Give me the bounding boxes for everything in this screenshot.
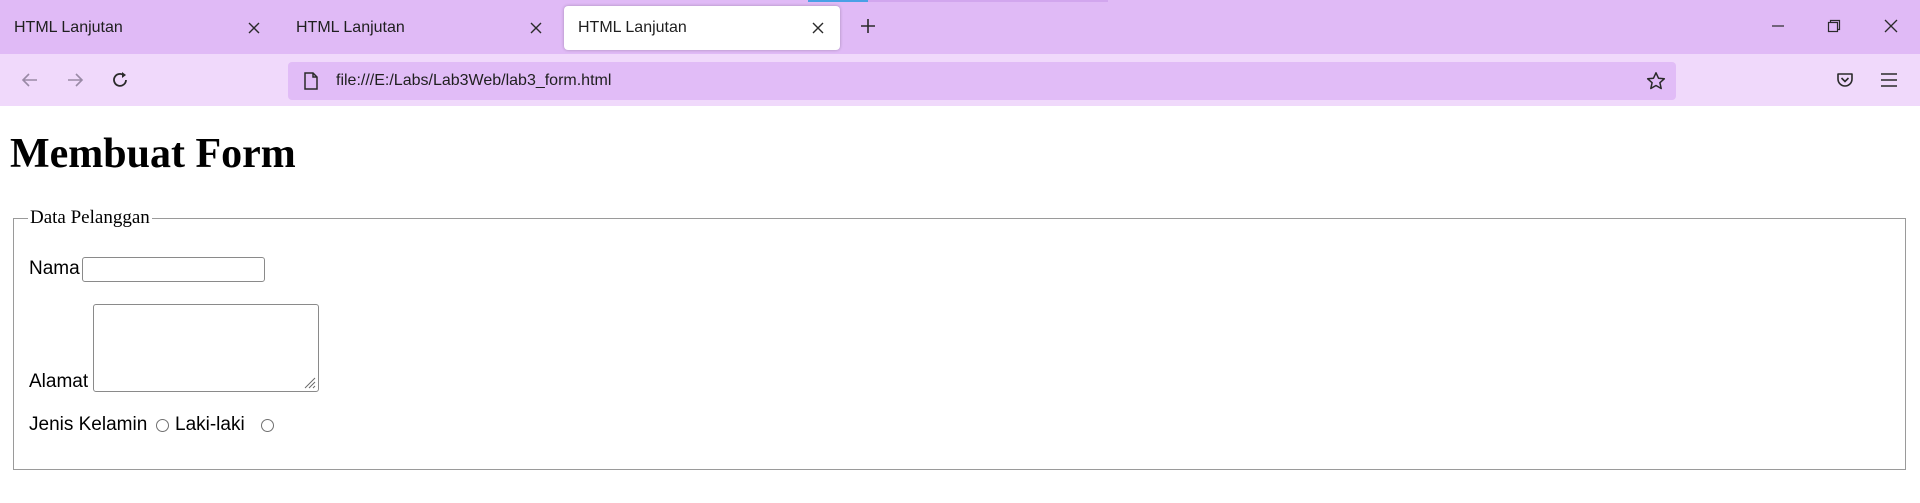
reload-icon[interactable] [108,68,132,92]
page-heading: Membuat Form [10,131,296,177]
close-icon[interactable] [806,16,830,40]
tab-title: HTML Lanjutan [578,19,687,36]
pocket-icon[interactable] [1833,68,1857,92]
radio-option-2[interactable] [261,419,274,432]
window-close-icon[interactable] [1879,14,1903,38]
back-arrow-icon[interactable] [18,68,42,92]
bookmark-star-icon[interactable] [1644,69,1668,93]
tab-2[interactable]: HTML Lanjutan [282,6,558,50]
tab-loading-indicator [808,0,868,2]
minimize-icon[interactable] [1766,14,1790,38]
new-tab-plus-icon[interactable] [856,14,880,38]
close-icon[interactable] [524,16,548,40]
resize-grip-icon[interactable] [302,375,316,389]
navigation-bar: file:///E:/Labs/Lab3Web/lab3_form.html [0,54,1920,106]
url-text[interactable]: file:///E:/Labs/Lab3Web/lab3_form.html [336,72,1644,90]
tab-1[interactable]: HTML Lanjutan [0,6,276,50]
fieldset-legend: Data Pelanggan [28,207,152,229]
laki-laki-label: Laki-laki [175,414,245,435]
tab-title: HTML Lanjutan [296,19,405,36]
menu-hamburger-icon[interactable] [1877,68,1901,92]
page-document-icon [300,70,322,92]
tab-strip: HTML Lanjutan HTML Lanjutan HTML Lanjuta… [0,0,1920,54]
alamat-textarea[interactable] [93,304,319,392]
nama-label: Nama [29,258,80,279]
nama-input[interactable] [82,257,265,282]
forward-arrow-icon[interactable] [63,68,87,92]
jenis-kelamin-label: Jenis Kelamin [29,414,148,435]
restore-icon[interactable] [1822,14,1846,38]
alamat-label: Alamat [29,371,89,392]
radio-laki-laki[interactable] [156,419,169,432]
address-bar[interactable]: file:///E:/Labs/Lab3Web/lab3_form.html [288,62,1676,100]
tab-3-active[interactable]: HTML Lanjutan [564,6,840,50]
tab-title: HTML Lanjutan [14,19,123,36]
close-icon[interactable] [242,16,266,40]
